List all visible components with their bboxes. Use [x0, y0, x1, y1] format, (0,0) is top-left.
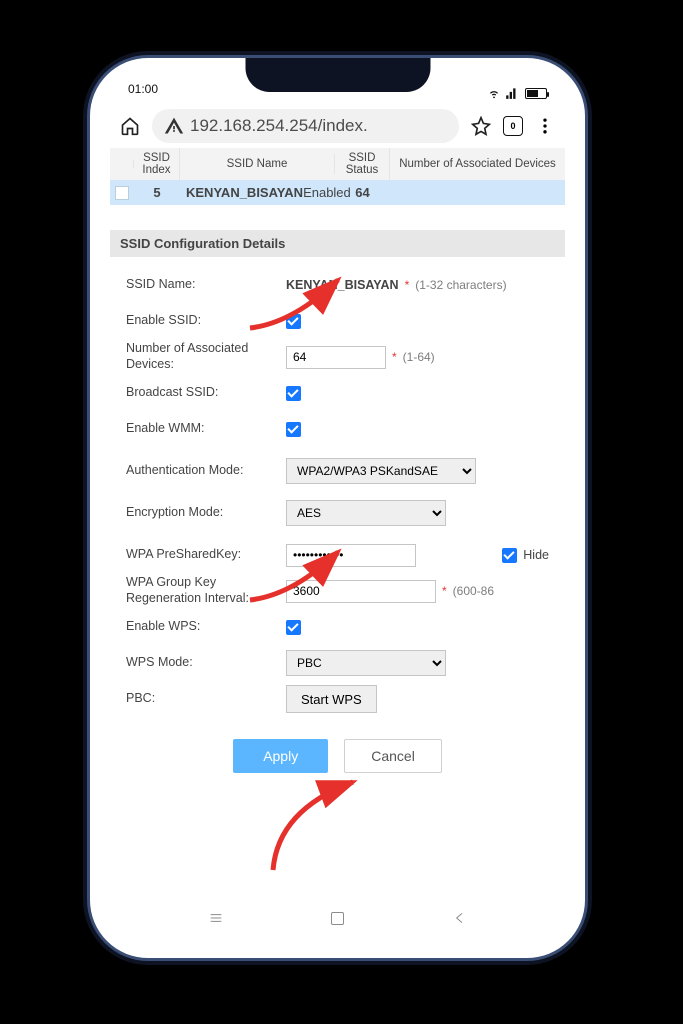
phone-frame: 01:00 192.168.254.254/index. 0 SSID Inde… — [90, 58, 585, 958]
ssid-table-header: SSID Index SSID Name SSID Status Number … — [110, 148, 565, 180]
hide-checkbox[interactable] — [502, 548, 517, 563]
grp-label: WPA Group Key Regeneration Interval: — [126, 575, 286, 606]
enc-select[interactable]: AES — [286, 500, 446, 526]
config-form: SSID Name: KENYAN_BISAYAN *(1-32 charact… — [110, 257, 565, 805]
row-checkbox[interactable] — [115, 186, 129, 200]
col-index: SSID Index — [134, 148, 180, 180]
form-actions: Apply Cancel — [126, 739, 549, 773]
home-icon[interactable] — [120, 116, 140, 136]
wps-mode-select[interactable]: PBC — [286, 650, 446, 676]
row-index: 5 — [134, 180, 180, 205]
broadcast-label: Broadcast SSID: — [126, 385, 286, 401]
tabs-icon[interactable]: 0 — [503, 116, 523, 136]
signal-icon — [505, 86, 519, 100]
start-wps-button[interactable]: Start WPS — [286, 685, 377, 713]
grp-input[interactable] — [286, 580, 436, 603]
apply-button[interactable]: Apply — [233, 739, 328, 773]
enable-ssid-label: Enable SSID: — [126, 313, 286, 329]
ssid-table-row[interactable]: 5 KENYAN_BISAYANEnabled 64 — [110, 180, 565, 205]
enc-label: Encryption Mode: — [126, 505, 286, 521]
menu-dots-icon[interactable] — [535, 116, 555, 136]
ssid-name-hint: (1-32 characters) — [415, 278, 506, 292]
num-assoc-input[interactable] — [286, 346, 386, 369]
num-assoc-hint: (1-64) — [403, 350, 435, 364]
auth-select[interactable]: WPA2/WPA3 PSKandSAE — [286, 458, 476, 484]
psk-label: WPA PreSharedKey: — [126, 547, 286, 563]
phone-screen: 01:00 192.168.254.254/index. 0 SSID Inde… — [110, 78, 565, 938]
wps-label: Enable WPS: — [126, 619, 286, 635]
auth-label: Authentication Mode: — [126, 463, 286, 479]
clock: 01:00 — [128, 82, 158, 104]
browser-address-bar: 192.168.254.254/index. 0 — [110, 104, 565, 148]
url-text: 192.168.254.254/index. — [190, 116, 368, 136]
ssid-name-label: SSID Name: — [126, 277, 286, 293]
wmm-label: Enable WMM: — [126, 421, 286, 437]
enable-ssid-checkbox[interactable] — [286, 314, 301, 329]
psk-input[interactable] — [286, 544, 416, 567]
star-icon[interactable] — [471, 116, 491, 136]
broadcast-checkbox[interactable] — [286, 386, 301, 401]
wps-checkbox[interactable] — [286, 620, 301, 635]
insecure-icon — [164, 116, 184, 136]
ssid-name-value: KENYAN_BISAYAN — [286, 278, 399, 292]
url-pill[interactable]: 192.168.254.254/index. — [152, 109, 459, 143]
recent-apps-icon[interactable] — [208, 910, 224, 926]
col-name: SSID Name — [180, 154, 335, 174]
wmm-checkbox[interactable] — [286, 422, 301, 437]
col-status: SSID Status — [335, 148, 390, 180]
wps-mode-label: WPS Mode: — [126, 655, 286, 671]
pbc-label: PBC: — [126, 691, 286, 707]
col-assoc: Number of Associated Devices — [390, 154, 565, 174]
row-name: KENYAN_BISAYAN — [186, 185, 303, 200]
home-nav-icon[interactable] — [331, 912, 344, 925]
grp-hint: (600-86 — [453, 584, 494, 598]
cancel-button[interactable]: Cancel — [344, 739, 442, 773]
row-devices: 64 — [335, 180, 390, 205]
android-navbar — [208, 904, 468, 932]
battery-icon — [525, 88, 547, 99]
status-icons — [487, 82, 547, 104]
router-page: SSID Index SSID Name SSID Status Number … — [110, 148, 565, 805]
notch — [245, 58, 430, 92]
hide-label: Hide — [523, 548, 549, 562]
col-checkbox — [110, 160, 134, 168]
section-title: SSID Configuration Details — [110, 230, 565, 257]
back-nav-icon[interactable] — [452, 910, 468, 926]
wifi-icon — [487, 86, 501, 100]
num-assoc-label: Number of Associated Devices: — [126, 341, 286, 372]
